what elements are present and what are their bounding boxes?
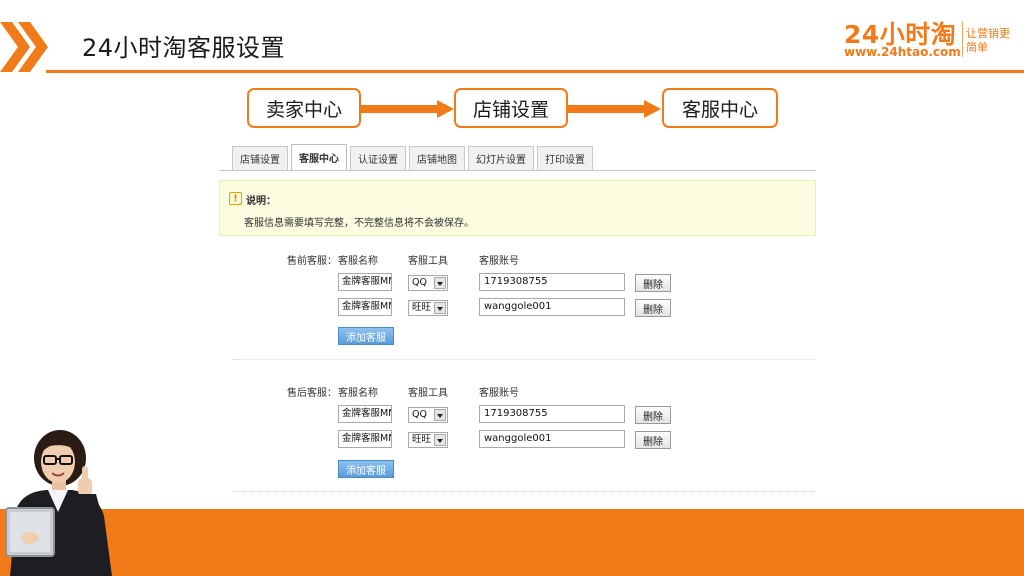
- delete-button[interactable]: 删除: [635, 406, 671, 424]
- settings-tabs: 店铺设置 客服中心 认证设置 店铺地图 幻灯片设置 打印设置: [232, 144, 596, 170]
- section-divider: [232, 359, 816, 360]
- section-divider: [232, 491, 816, 492]
- add-service-button[interactable]: 添加客服: [338, 460, 394, 478]
- chevron-down-icon[interactable]: [434, 302, 446, 314]
- service-tool-select[interactable]: 旺旺: [408, 432, 448, 448]
- customer-service-person-image: [5, 430, 112, 576]
- tab-print-settings[interactable]: 打印设置: [537, 146, 593, 170]
- tab-service-center[interactable]: 客服中心: [291, 144, 347, 170]
- logo-divider: [962, 21, 963, 57]
- column-header-name: 客服名称: [338, 256, 378, 267]
- service-name-input[interactable]: 金牌客服MM: [338, 273, 392, 291]
- tab-certification[interactable]: 认证设置: [350, 146, 406, 170]
- notice-text: 客服信息需要填写完整，不完整信息将不会被保存。: [244, 218, 474, 229]
- column-header-tool: 客服工具: [408, 388, 448, 399]
- chevron-decoration-icon: [0, 22, 48, 72]
- arrow-right-icon: [568, 100, 661, 118]
- column-header-name: 客服名称: [338, 388, 378, 399]
- column-header-account: 客服账号: [479, 388, 519, 399]
- service-name-input[interactable]: 金牌客服MM: [338, 298, 392, 316]
- delete-button[interactable]: 删除: [635, 274, 671, 292]
- notice-box: ! 说明： 客服信息需要填写完整，不完整信息将不会被保存。: [219, 180, 816, 236]
- footer-band: [0, 509, 1024, 576]
- service-tool-select[interactable]: QQ: [408, 275, 448, 291]
- delete-button[interactable]: 删除: [635, 299, 671, 317]
- slide: 24小时淘客服设置 24小时淘 www.24htao.com 让营销更简单 卖家…: [0, 0, 1024, 576]
- flow-step-service-center: 客服中心: [662, 88, 778, 128]
- notice-title: 说明：: [246, 196, 276, 207]
- add-service-button[interactable]: 添加客服: [338, 327, 394, 345]
- tab-store-map[interactable]: 店铺地图: [409, 146, 465, 170]
- header-divider: [46, 70, 1024, 73]
- service-tool-value: 旺旺: [412, 302, 432, 313]
- tabs-baseline: [219, 170, 816, 171]
- flow-step-store-settings: 店铺设置: [454, 88, 568, 128]
- service-tool-select[interactable]: QQ: [408, 407, 448, 423]
- service-tool-value: QQ: [412, 409, 427, 420]
- info-icon: !: [229, 192, 242, 205]
- brand-logo: 24小时淘 www.24htao.com 让营销更简单: [844, 15, 1014, 63]
- service-tool-value: QQ: [412, 277, 427, 288]
- arrow-right-icon: [361, 100, 454, 118]
- delete-button[interactable]: 删除: [635, 431, 671, 449]
- service-tool-value: 旺旺: [412, 434, 432, 445]
- presale-label: 售前客服：: [287, 256, 337, 267]
- service-account-input[interactable]: wanggole001: [479, 430, 625, 448]
- service-name-input[interactable]: 金牌客服MM: [338, 430, 392, 448]
- tab-store-settings[interactable]: 店铺设置: [232, 146, 288, 170]
- service-account-input[interactable]: 1719308755: [479, 405, 625, 423]
- service-name-input[interactable]: 金牌客服MM: [338, 405, 392, 423]
- tab-slideshow[interactable]: 幻灯片设置: [468, 146, 534, 170]
- logo-url: www.24htao.com: [844, 45, 961, 59]
- chevron-down-icon[interactable]: [434, 434, 446, 446]
- service-account-input[interactable]: 1719308755: [479, 273, 625, 291]
- logo-slogan: 让营销更简单: [966, 27, 1010, 54]
- service-account-input[interactable]: wanggole001: [479, 298, 625, 316]
- flow-step-seller-center: 卖家中心: [247, 88, 361, 128]
- column-header-account: 客服账号: [479, 256, 519, 267]
- chevron-down-icon[interactable]: [434, 277, 446, 289]
- chevron-down-icon[interactable]: [434, 409, 446, 421]
- aftersale-label: 售后客服：: [287, 388, 337, 399]
- slide-title: 24小时淘客服设置: [82, 34, 286, 62]
- service-tool-select[interactable]: 旺旺: [408, 300, 448, 316]
- column-header-tool: 客服工具: [408, 256, 448, 267]
